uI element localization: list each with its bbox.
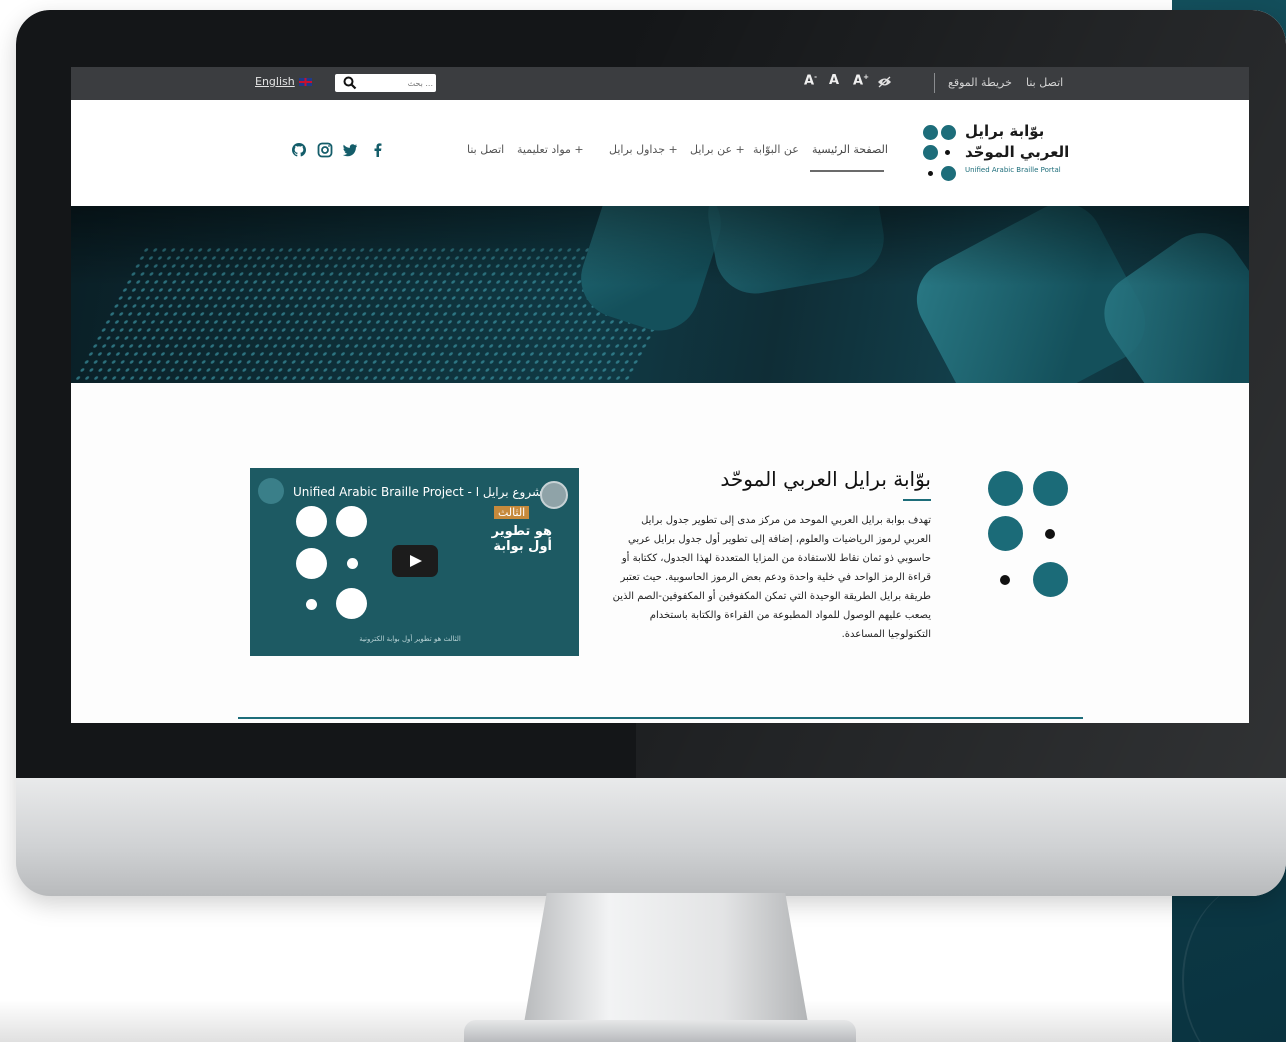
font-increase-button[interactable]: A+ bbox=[853, 73, 869, 88]
nav-about-portal[interactable]: عن البوّابة bbox=[753, 143, 799, 156]
site-header: بوّابة برايل العربي الموحّد Unified Arab… bbox=[71, 100, 1249, 206]
title-underline bbox=[903, 499, 931, 501]
monitor-screen: English A- A A+ خريطة الموقع اتصل بنا bbox=[71, 67, 1249, 723]
channel-logo-icon bbox=[258, 478, 284, 504]
github-icon[interactable] bbox=[291, 142, 307, 158]
section-divider bbox=[238, 717, 1083, 719]
nav-active-underline bbox=[810, 170, 884, 172]
video-tag: الثالث bbox=[494, 506, 530, 519]
topbar-divider bbox=[934, 73, 935, 93]
hero-braille-image bbox=[71, 206, 1249, 383]
monitor-stand bbox=[524, 893, 808, 1023]
nav-braille-tables[interactable]: جداول برايل + bbox=[609, 143, 678, 156]
nav-educational-materials[interactable]: مواد تعليمية + bbox=[517, 143, 584, 156]
intro-text-block: بوّابة برايل العربي الموحّد تهدف بوابة ب… bbox=[611, 467, 931, 644]
font-normal-button[interactable]: A bbox=[829, 73, 839, 88]
nav-about-braille[interactable]: عن برايل + bbox=[690, 143, 745, 156]
intro-section: Unified Arabic Braille Project - مشروع ب… bbox=[71, 383, 1249, 723]
monitor-chin bbox=[16, 778, 1286, 896]
search-box[interactable] bbox=[335, 74, 436, 92]
intro-title: بوّابة برايل العربي الموحّد bbox=[720, 467, 931, 491]
play-button-icon[interactable] bbox=[392, 545, 438, 577]
braille-dots-logo-icon bbox=[986, 471, 1071, 601]
utility-bar: English A- A A+ خريطة الموقع اتصل بنا bbox=[71, 67, 1249, 100]
site-logo[interactable]: بوّابة برايل العربي الموحّد Unified Arab… bbox=[921, 120, 1081, 182]
search-icon[interactable] bbox=[343, 76, 357, 90]
logo-title-line2: العربي الموحّد bbox=[965, 143, 1070, 161]
font-decrease-button[interactable]: A- bbox=[804, 73, 817, 88]
facebook-icon[interactable] bbox=[370, 142, 386, 158]
video-title[interactable]: Unified Arabic Braille Project - مشروع ب… bbox=[293, 485, 561, 499]
monitor-stand-base bbox=[464, 1020, 856, 1042]
language-link[interactable]: English bbox=[255, 75, 312, 88]
intro-body: تهدف بوابة برايل العربي الموحد من مركز م… bbox=[612, 515, 931, 640]
twitter-icon[interactable] bbox=[342, 142, 358, 158]
video-profile-icon bbox=[540, 481, 568, 509]
logo-english-name: Unified Arabic Braille Portal bbox=[965, 166, 1061, 174]
youtube-video-embed[interactable]: Unified Arabic Braille Project - مشروع ب… bbox=[250, 468, 579, 656]
search-input[interactable] bbox=[361, 75, 433, 91]
contact-top-link[interactable]: اتصل بنا bbox=[1026, 76, 1063, 89]
nav-contact[interactable]: اتصل بنا bbox=[467, 143, 504, 156]
sitemap-link[interactable]: خريطة الموقع bbox=[948, 76, 1012, 89]
video-caption: الثالث هو تطوير أول بوابة الكترونية bbox=[359, 635, 461, 643]
mockup-stage: English A- A A+ خريطة الموقع اتصل بنا bbox=[0, 0, 1286, 1042]
video-overlay-text: هو تطوير أول بوابة bbox=[491, 524, 552, 554]
contrast-eye-icon[interactable] bbox=[877, 76, 892, 88]
logo-title-line1: بوّابة برايل bbox=[965, 122, 1045, 140]
uk-flag-icon bbox=[298, 78, 312, 86]
nav-home[interactable]: الصفحة الرئيسية bbox=[812, 143, 888, 156]
instagram-icon[interactable] bbox=[317, 142, 333, 158]
